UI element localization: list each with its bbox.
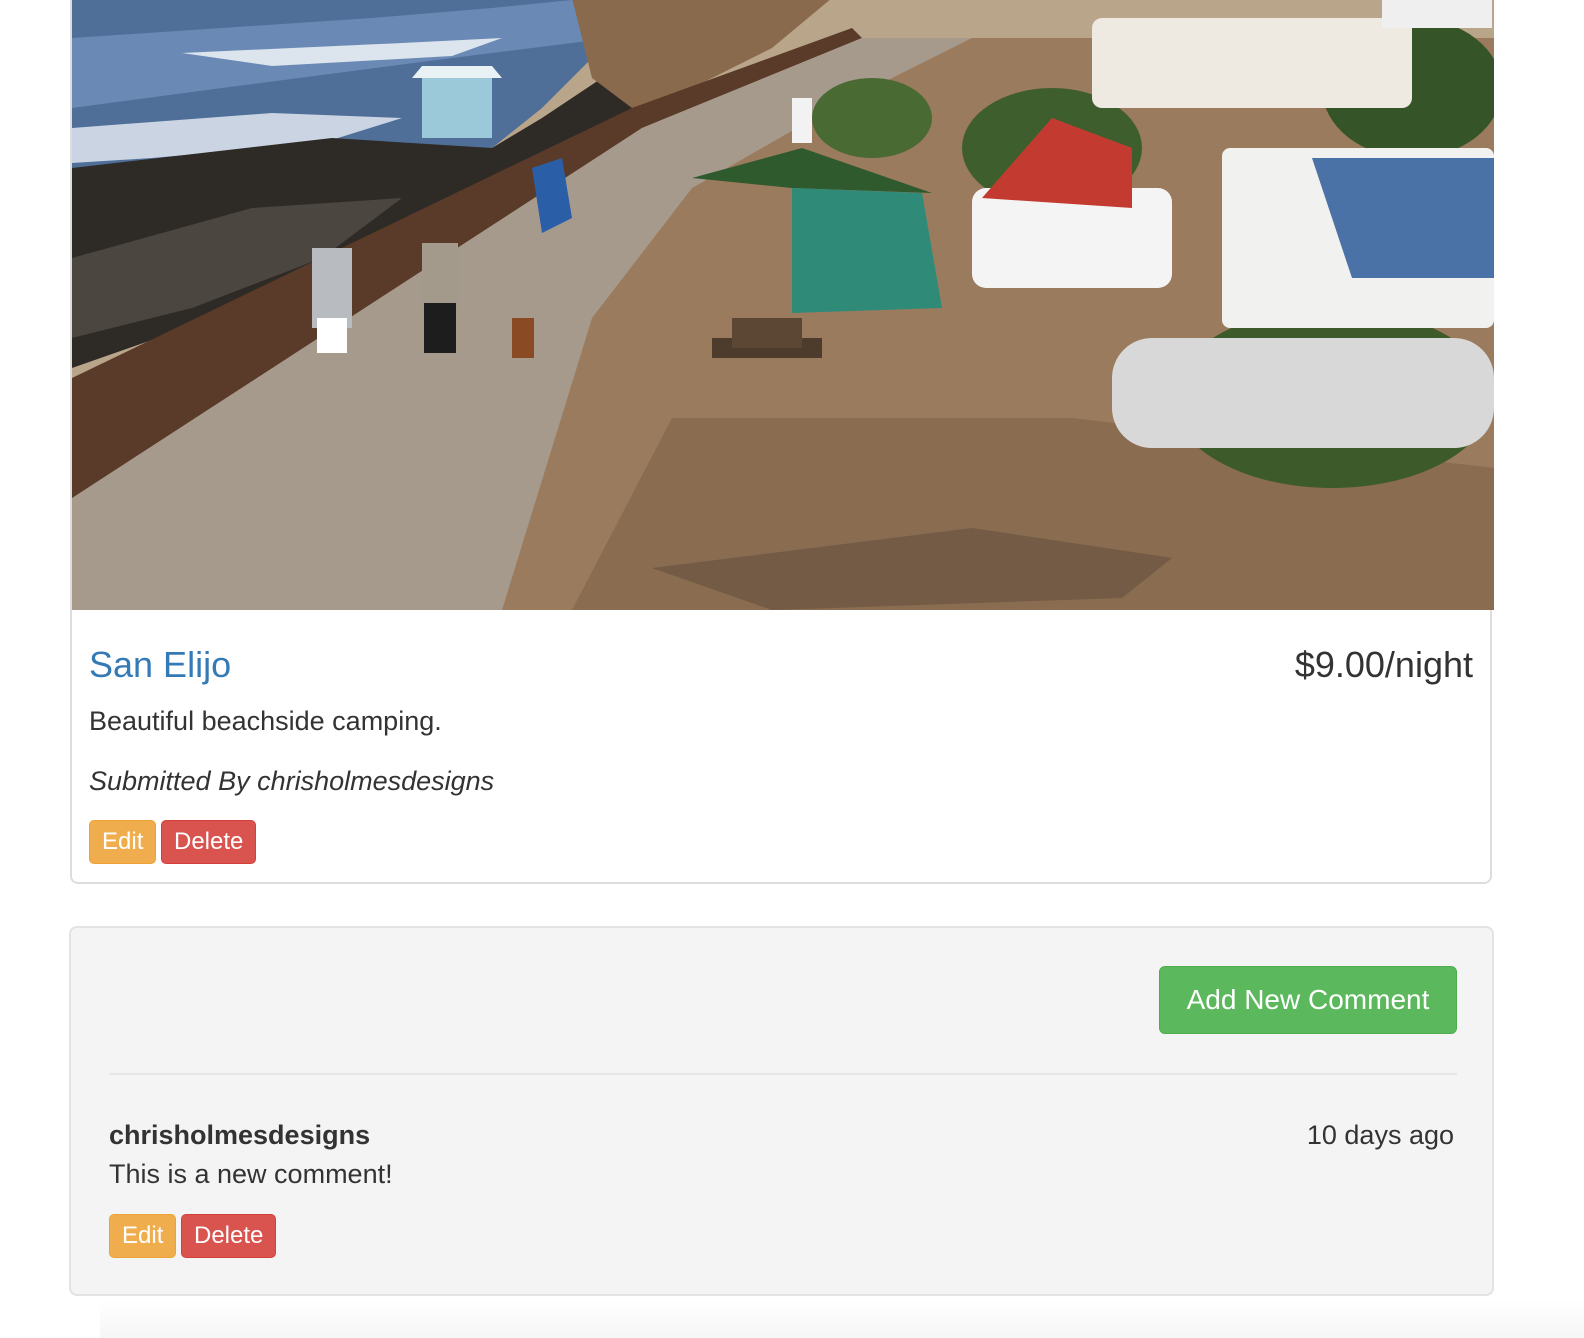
comment-delete-button[interactable]: Delete <box>181 1214 277 1258</box>
page: San Elijo $9.00/night Beautiful beachsid… <box>0 0 1584 1338</box>
comments-divider <box>109 1073 1457 1075</box>
comment-edit-button[interactable]: Edit <box>109 1214 177 1258</box>
campground-submitted-by: Submitted By chrisholmesdesigns <box>89 766 495 796</box>
campground-delete-button[interactable]: Delete <box>161 820 257 864</box>
add-new-comment-button[interactable]: Add New Comment <box>1159 966 1457 1034</box>
comment-author: chrisholmesdesigns <box>109 1120 371 1150</box>
campground-name-link[interactable]: San Elijo <box>89 644 231 686</box>
campground-photo <box>72 0 1494 610</box>
campground-edit-button[interactable]: Edit <box>89 820 157 864</box>
comments-well: Add New Comment chrisholmesdesigns 10 da… <box>69 926 1494 1296</box>
campground-description: Beautiful beachside camping. <box>89 706 442 736</box>
campground-price: $9.00/night <box>1294 644 1473 685</box>
comment-text: This is a new comment! <box>109 1159 393 1189</box>
campground-card: San Elijo $9.00/night Beautiful beachsid… <box>70 0 1494 884</box>
campground-image <box>72 0 1494 610</box>
page-bottom-shadow <box>100 1300 1584 1338</box>
comment-timestamp: 10 days ago <box>1306 1120 1454 1150</box>
